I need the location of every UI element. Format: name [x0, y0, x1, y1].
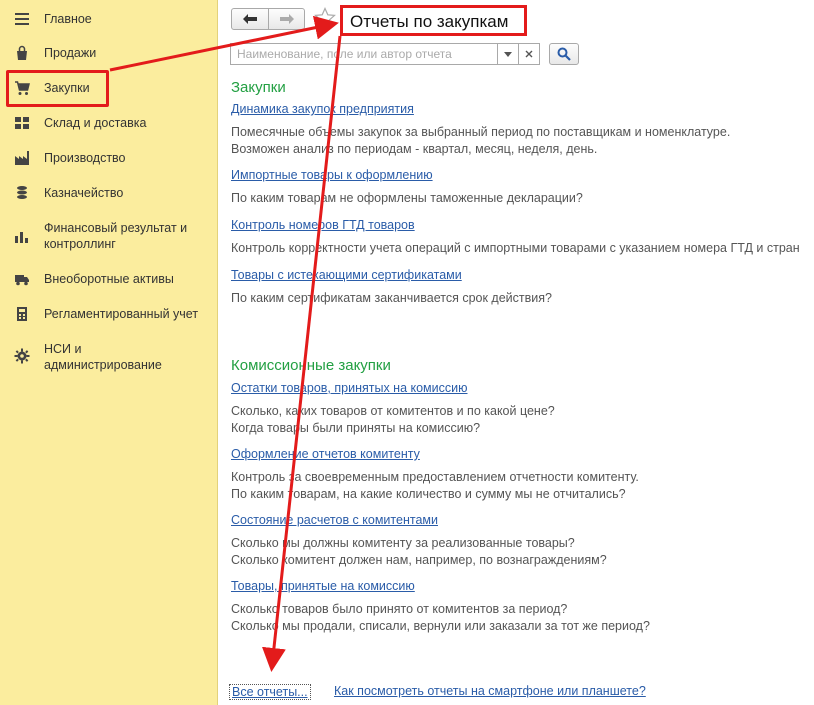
section-title-purchases: Закупки — [231, 79, 286, 96]
sidebar-item-label: Производство — [44, 151, 126, 165]
sidebar-item-label: Регламентированный учет — [44, 307, 199, 321]
report-link[interactable]: Импортные товары к оформлению — [231, 168, 433, 182]
search-input[interactable] — [230, 43, 498, 65]
sidebar-item-label: Казначейство — [44, 186, 124, 200]
report-description: Помесячные объемы закупок за выбранный п… — [231, 125, 731, 139]
mobile-reports-link[interactable]: Как посмотреть отчеты на смартфоне или п… — [334, 684, 646, 698]
sidebar: Главное Продажи Закупки Склад и доставка… — [0, 0, 218, 705]
sidebar-item-sales[interactable]: Продажи — [0, 44, 217, 62]
search-dropdown-button[interactable] — [497, 43, 519, 65]
sidebar-item-label: Продажи — [44, 46, 97, 60]
bar-chart-icon — [15, 232, 28, 243]
warehouse-icon — [15, 117, 29, 129]
truck-icon — [15, 275, 29, 286]
sidebar-item-label: Главное — [44, 12, 92, 26]
report-description: Сколько мы должны комитенту за реализова… — [231, 536, 575, 550]
report-description: По каким сертификатам заканчивается срок… — [231, 291, 552, 305]
forward-button[interactable] — [268, 8, 305, 30]
sidebar-item-fixed-assets[interactable]: Внеоборотные активы — [0, 270, 217, 288]
page-title-box: Отчеты по закупкам — [340, 5, 527, 36]
report-description: Когда товары были приняты на комиссию? — [231, 421, 481, 435]
sidebar-item-warehouse[interactable]: Склад и доставка — [0, 114, 217, 132]
report-link[interactable]: Оформление отчетов комитенту — [231, 447, 420, 461]
page-title: Отчеты по закупкам — [350, 12, 509, 31]
report-description: Сколько комитент должен нам, например, п… — [231, 553, 607, 567]
report-link[interactable]: Динамика закупок предприятия — [231, 102, 414, 116]
search-clear-button[interactable] — [518, 43, 540, 65]
sidebar-item-label: Склад и доставка — [44, 116, 147, 130]
factory-icon — [15, 151, 29, 165]
gear-icon — [14, 348, 30, 364]
star-icon[interactable] — [314, 7, 336, 29]
close-icon — [525, 50, 533, 58]
all-reports-link[interactable]: Все отчеты... — [229, 684, 311, 700]
sidebar-item-main[interactable]: Главное — [0, 10, 217, 28]
coins-icon — [17, 186, 27, 199]
search-button[interactable] — [549, 43, 579, 65]
arrow-left-icon — [243, 14, 257, 24]
report-description: Контроль корректности учета операций с и… — [231, 241, 800, 255]
calculator-icon — [17, 307, 27, 321]
sidebar-item-label-line2: администрирование — [44, 358, 162, 372]
arrow-right-icon — [279, 14, 294, 24]
report-description: По каким товарам не оформлены таможенные… — [231, 191, 583, 205]
report-link[interactable]: Остатки товаров, принятых на комиссию — [231, 381, 468, 395]
sidebar-item-treasury[interactable]: Казначейство — [0, 184, 217, 202]
report-description: По каким товарам, на какие количество и … — [231, 487, 626, 501]
report-description: Контроль за своевременным предоставление… — [231, 470, 639, 484]
back-button[interactable] — [231, 8, 269, 30]
report-link[interactable]: Контроль номеров ГТД товаров — [231, 218, 415, 232]
report-description: Сколько, каких товаров от комитентов и п… — [231, 404, 555, 418]
report-description: Возможен анализ по периодам - квартал, м… — [231, 142, 598, 156]
report-description: Сколько товаров было принято от комитент… — [231, 602, 568, 616]
sidebar-item-label: НСИ и — [44, 342, 82, 356]
report-link[interactable]: Товары, принятые на комиссию — [231, 579, 415, 593]
sidebar-item-label: Финансовый результат и — [44, 221, 188, 235]
report-link[interactable]: Состояние расчетов с комитентами — [231, 513, 438, 527]
search-icon — [557, 47, 571, 61]
bag-icon — [17, 45, 27, 60]
sidebar-item-financial-result[interactable]: Финансовый результат и контроллинг — [0, 219, 217, 253]
sidebar-item-label: Внеоборотные активы — [44, 272, 174, 286]
section-title-commission-purchases: Комиссионные закупки — [231, 357, 391, 374]
report-description: Сколько мы продали, списали, вернули или… — [231, 619, 650, 633]
active-item-highlight — [6, 70, 109, 107]
menu-icon — [15, 13, 29, 25]
sidebar-item-label-line2: контроллинг — [44, 237, 116, 251]
sidebar-item-production[interactable]: Производство — [0, 149, 217, 167]
sidebar-item-regulated-accounting[interactable]: Регламентированный учет — [0, 305, 217, 323]
report-link[interactable]: Товары с истекающими сертификатами — [231, 268, 462, 282]
chevron-down-icon — [504, 51, 512, 57]
sidebar-item-admin[interactable]: НСИ и администрирование — [0, 340, 217, 374]
